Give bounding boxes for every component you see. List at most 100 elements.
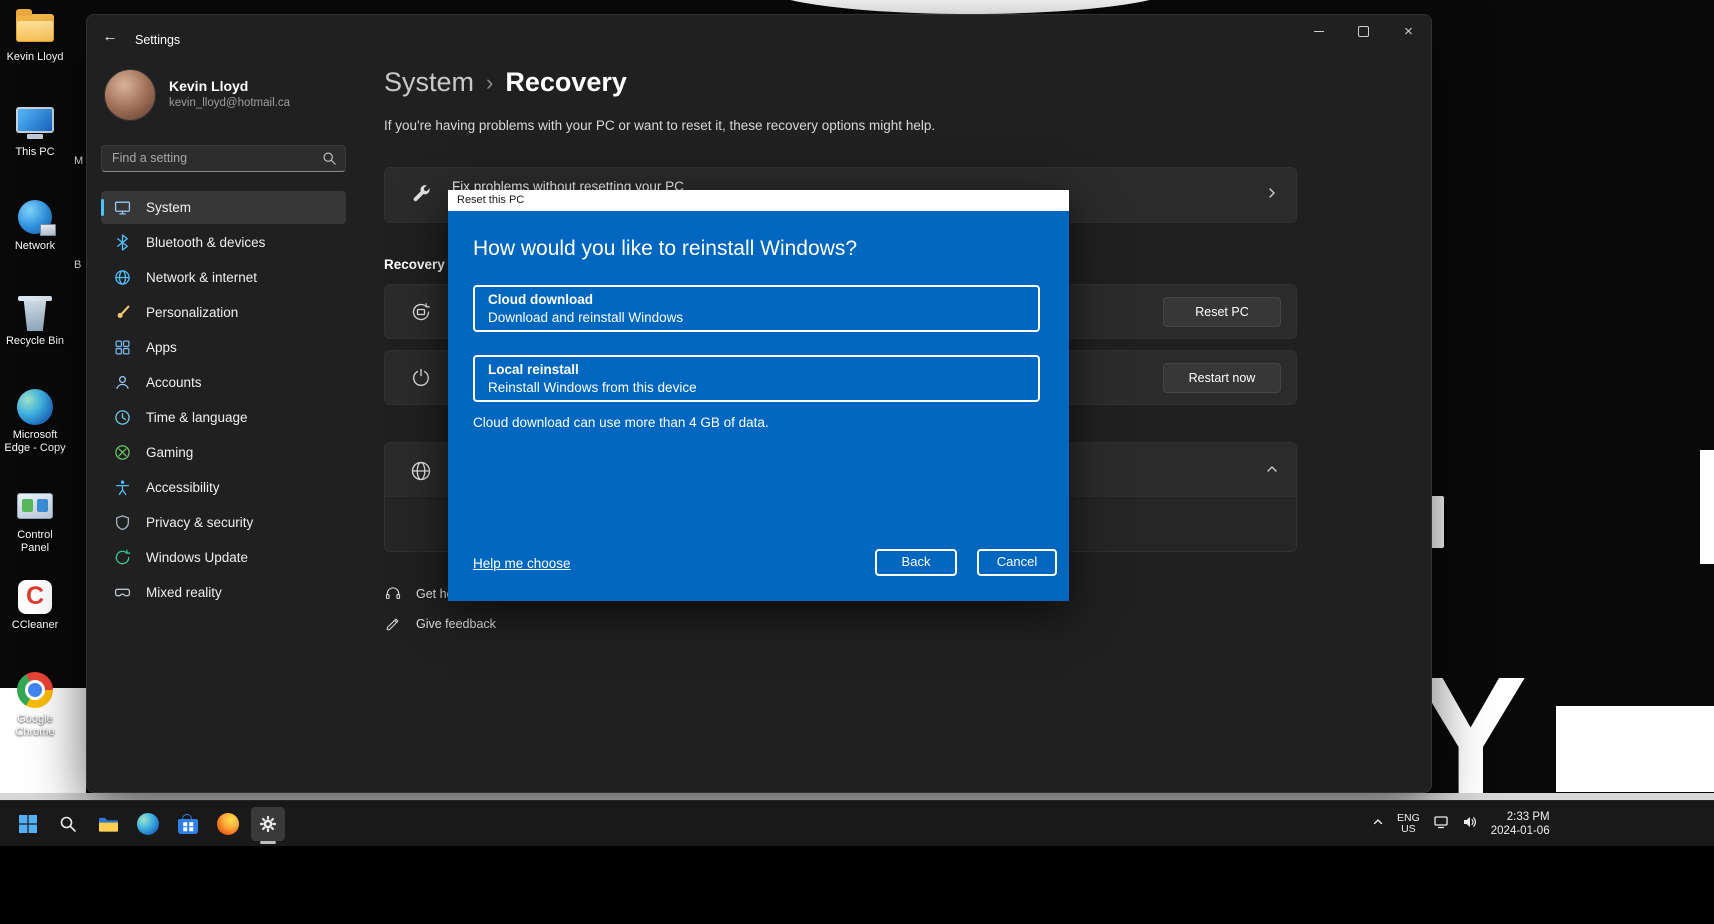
sidebar-item-time-language[interactable]: Time & language bbox=[101, 401, 346, 434]
desktop-icon-network[interactable]: Network bbox=[2, 197, 68, 253]
advanced-startup-icon bbox=[409, 366, 433, 390]
dialog-heading: How would you like to reinstall Windows? bbox=[473, 237, 857, 260]
desktop-icon-label: Kevin Lloyd bbox=[6, 51, 64, 63]
language-indicator[interactable]: ENG US bbox=[1397, 813, 1420, 835]
sidebar-item-label: Time & language bbox=[146, 410, 248, 425]
wallpaper-bottom-band bbox=[0, 793, 1714, 800]
reset-pc-button[interactable]: Reset PC bbox=[1163, 297, 1281, 327]
maximize-button[interactable] bbox=[1341, 15, 1386, 47]
control-panel-icon bbox=[17, 493, 53, 519]
firefox-button[interactable] bbox=[208, 801, 248, 847]
clock[interactable]: 2:33 PM 2024-01-06 bbox=[1491, 810, 1550, 838]
sidebar-item-network-internet[interactable]: Network & internet bbox=[101, 261, 346, 294]
data-usage-note: Cloud download can use more than 4 GB of… bbox=[473, 415, 769, 430]
desktop-icon-label: Recycle Bin bbox=[5, 335, 65, 347]
user-name: Kevin Lloyd bbox=[169, 78, 249, 94]
sidebar-item-personalization[interactable]: Personalization bbox=[101, 296, 346, 329]
desktop-icon-edge-copy[interactable]: Microsoft Edge - Copy bbox=[2, 386, 68, 455]
search-icon[interactable] bbox=[322, 151, 337, 171]
tray-chevron-up-icon[interactable] bbox=[1372, 815, 1384, 833]
network-tray-icon[interactable] bbox=[1433, 814, 1449, 835]
back-dialog-button[interactable]: Back bbox=[875, 549, 957, 576]
window-caption-buttons: × bbox=[1296, 15, 1431, 47]
network-internet-icon bbox=[114, 269, 131, 286]
user-folder-icon bbox=[16, 9, 54, 42]
dialog-body: How would you like to reinstall Windows?… bbox=[448, 211, 1069, 601]
desktop-icon-label: Google Chrome bbox=[15, 713, 55, 738]
search-icon bbox=[60, 816, 76, 832]
microsoft-store-button[interactable] bbox=[168, 801, 208, 847]
sidebar-item-gaming[interactable]: Gaming bbox=[101, 436, 346, 469]
cancel-dialog-button[interactable]: Cancel bbox=[977, 549, 1057, 576]
settings-taskbar-button[interactable] bbox=[248, 801, 288, 847]
cloud-download-option[interactable]: Cloud download Download and reinstall Wi… bbox=[473, 285, 1040, 332]
sidebar-item-privacy-security[interactable]: Privacy & security bbox=[101, 506, 346, 539]
local-reinstall-option[interactable]: Local reinstall Reinstall Windows from t… bbox=[473, 355, 1040, 402]
sidebar-item-label: Privacy & security bbox=[146, 515, 254, 530]
maximize-icon bbox=[1358, 25, 1369, 37]
sidebar-item-label: Bluetooth & devices bbox=[146, 235, 266, 250]
desktop-icon-control-panel[interactable]: Control Panel bbox=[2, 486, 68, 555]
volume-tray-icon[interactable] bbox=[1462, 814, 1478, 835]
back-button[interactable]: ← bbox=[95, 24, 125, 50]
file-explorer-button[interactable] bbox=[88, 801, 128, 847]
restart-now-button[interactable]: Restart now bbox=[1163, 363, 1281, 393]
give-feedback-link[interactable]: Give feedback bbox=[384, 615, 496, 633]
search-box bbox=[101, 145, 346, 172]
desktop-icon-user-folder[interactable]: Kevin Lloyd bbox=[2, 8, 68, 64]
chevron-right-icon bbox=[1266, 186, 1278, 204]
start-button[interactable] bbox=[8, 801, 48, 847]
recycle-bin-icon bbox=[18, 296, 52, 301]
desktop-icon-label: Control Panel bbox=[17, 529, 53, 554]
desktop-icon-label: Network bbox=[14, 240, 56, 252]
desktop-icon-recycle-bin[interactable]: Recycle Bin bbox=[2, 292, 68, 348]
sidebar-item-label: Apps bbox=[146, 340, 177, 355]
edge-icon bbox=[137, 813, 159, 835]
minimize-button[interactable] bbox=[1296, 15, 1341, 47]
screen: Y Kevin Lloyd This PC Network Recycle Bi… bbox=[0, 0, 1714, 924]
network-icon bbox=[18, 200, 56, 236]
gear-icon bbox=[260, 816, 276, 832]
avatar[interactable] bbox=[104, 69, 156, 121]
sidebar-item-label: Mixed reality bbox=[146, 585, 222, 600]
edge-button[interactable] bbox=[128, 801, 168, 847]
windows-update-icon bbox=[114, 549, 131, 566]
desktop-icon-this-pc[interactable]: This PC bbox=[2, 103, 68, 159]
sidebar-nav: System Bluetooth & devices Network & int… bbox=[101, 191, 346, 611]
page-description: If you're having problems with your PC o… bbox=[384, 118, 936, 133]
taskbar-search-button[interactable] bbox=[48, 801, 88, 847]
sidebar-item-accounts[interactable]: Accounts bbox=[101, 366, 346, 399]
privacy-shield-icon bbox=[114, 514, 131, 531]
sidebar-item-label: Accessibility bbox=[146, 480, 220, 495]
close-button[interactable]: × bbox=[1386, 15, 1431, 47]
sidebar-item-windows-update[interactable]: Windows Update bbox=[101, 541, 346, 574]
feedback-icon bbox=[386, 618, 399, 631]
desktop-icon-chrome[interactable]: Google Chrome bbox=[2, 670, 68, 739]
sidebar-item-accessibility[interactable]: Accessibility bbox=[101, 471, 346, 504]
desktop-icon-ccleaner[interactable]: C CCleaner bbox=[2, 576, 68, 632]
partial-desktop-icon-label: M bbox=[74, 155, 84, 167]
taskbar: ENG US 2:33 PM 2024-01-06 bbox=[0, 800, 1714, 846]
sidebar-item-label: Network & internet bbox=[146, 270, 258, 285]
sidebar-item-bluetooth-devices[interactable]: Bluetooth & devices bbox=[101, 226, 346, 259]
search-input[interactable] bbox=[102, 146, 312, 169]
desktop-icon-label: Microsoft Edge - Copy bbox=[4, 429, 66, 454]
breadcrumb-system[interactable]: System bbox=[384, 67, 474, 98]
wallpaper-shape bbox=[1700, 450, 1714, 564]
time-language-icon bbox=[114, 409, 131, 426]
edge-icon bbox=[17, 389, 53, 425]
sidebar-item-mixed-reality[interactable]: Mixed reality bbox=[101, 576, 346, 609]
gaming-icon bbox=[114, 444, 131, 461]
sidebar-item-label: System bbox=[146, 200, 192, 215]
mixed-reality-icon bbox=[114, 584, 131, 601]
tray-date: 2024-01-06 bbox=[1490, 825, 1550, 837]
sidebar-item-system[interactable]: System bbox=[101, 191, 346, 224]
help-me-choose-link[interactable]: Help me choose bbox=[473, 556, 571, 571]
sidebar-item-apps[interactable]: Apps bbox=[101, 331, 346, 364]
cloud-download-title: Cloud download bbox=[488, 292, 593, 307]
give-feedback-label: Give feedback bbox=[416, 617, 496, 631]
system-icon bbox=[114, 199, 131, 216]
local-reinstall-title: Local reinstall bbox=[488, 362, 579, 377]
microsoft-store-icon bbox=[178, 814, 198, 834]
system-tray: ENG US 2:33 PM 2024-01-06 bbox=[1372, 801, 1550, 847]
